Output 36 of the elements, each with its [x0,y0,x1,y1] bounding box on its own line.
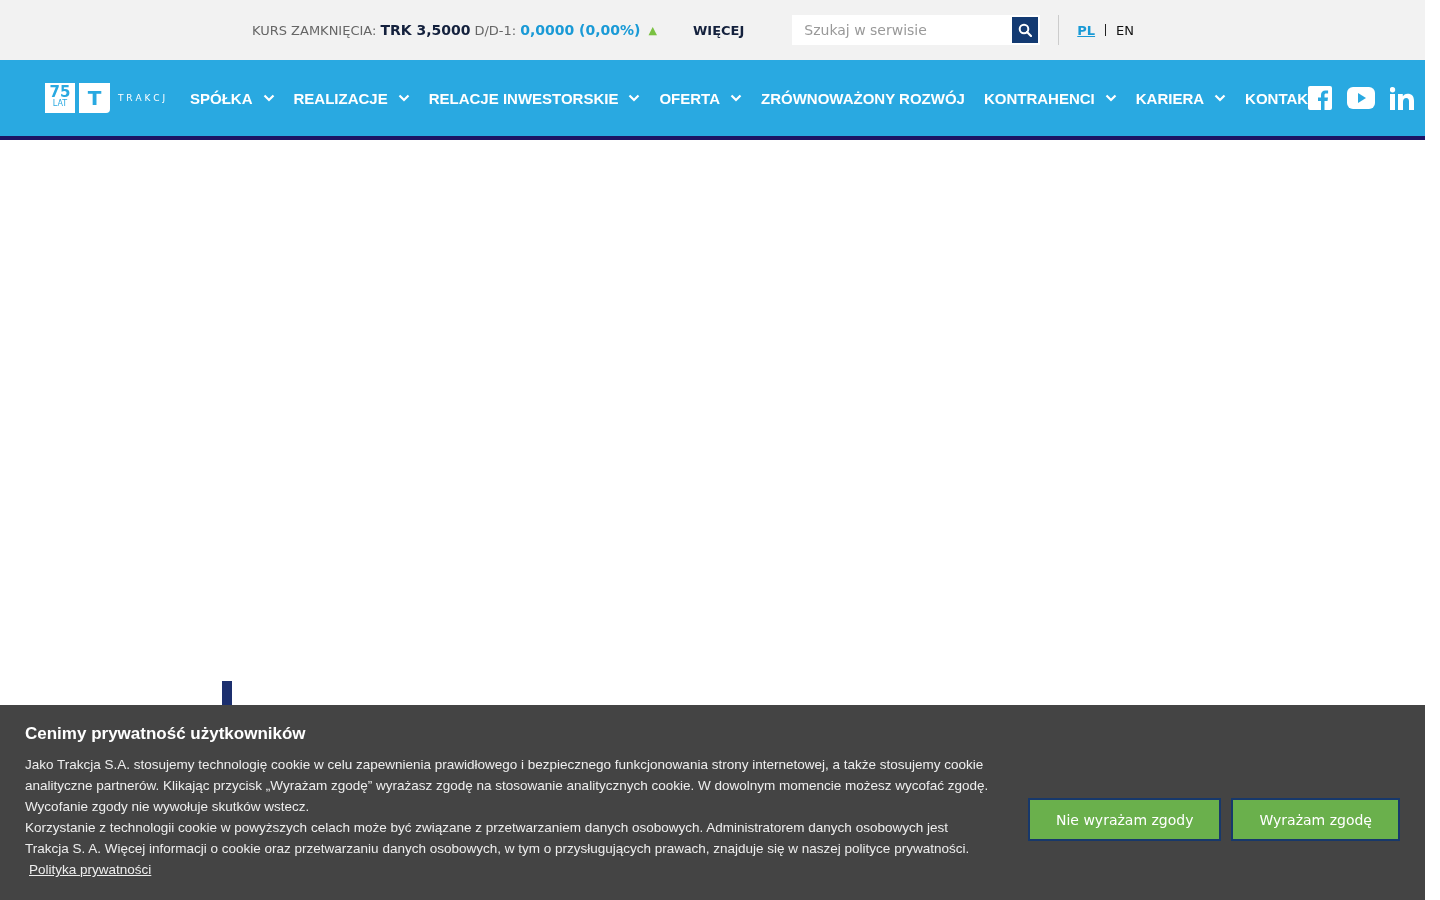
logo-wordmark: T R A K C J [118,93,166,103]
quote-value: TRK 3,5000 [380,22,471,38]
consent-button[interactable]: Nie wyrażam zgody [1027,798,1222,841]
chevron-down-icon[interactable] [397,94,410,102]
nav-item[interactable]: KONTAK [1245,89,1309,107]
linkedin-icon[interactable] [1390,86,1415,110]
nav-item[interactable]: ZRÓWNOWAŻONY ROZWÓJ [761,89,965,107]
cookie-title: Cenimy prywatność użytkowników [25,723,307,744]
logo-mark: T [79,83,110,113]
trend-indicator: ▲ [648,23,657,37]
nav-item[interactable]: SPÓŁKA [190,89,275,107]
change-value: 0,0000 (0,00%) [520,22,641,38]
chevron-down-icon[interactable] [1214,94,1227,102]
nav-item[interactable]: KONTRAHENCI [983,89,1117,107]
cookie-paragraph: Korzystanie z technologii cookie w powyższych celach może być związane z przetwarzaniem danych osobowych. Administratorem danych osobowych jest Trakcja S. A. Więcej informacji o cookie oraz przetwarzaniu danych osobowych, w tym o przysługujących prawach, znajduje się w naszej polityce prywatności. [25,820,970,856]
privacy-policy-link[interactable]: Polityka prywatności [29,862,152,877]
cookie-paragraph: Jako Trakcja S.A. stosujemy technologię cookie w celu zapewnienia prawidłowego i bezpiecznego funkcjonowania strony internetowej, a także stosujemy cookie analityczne partnerów. Klikając przycisk „Wyrażam zgodę” wyrażasz zgodę na stosowanie analitycznych cookie. W dowolnym momencie możesz wycofać zgodę. Wycofanie zgody nie wywołuje skutków wstecz. [25,756,990,816]
language-link[interactable]: EN [1116,22,1135,38]
chevron-down-icon[interactable] [628,94,641,102]
nav-item[interactable]: OFERTA [659,89,742,107]
youtube-icon[interactable] [1347,87,1376,109]
search-button[interactable] [1012,17,1039,43]
nav-item[interactable]: RELACJE INWESTORSKIE [428,89,641,107]
chevron-down-icon[interactable] [730,94,742,102]
language-link[interactable]: PL [1077,22,1096,38]
change-label: D/D-1: [474,22,517,38]
anniversary-badge: 75 LAT [45,83,75,113]
more-link[interactable]: WIĘCEJ [692,22,745,38]
nav-item[interactable]: REALIZACJE [293,89,410,107]
consent-button[interactable]: Wyrażam zgodę [1231,798,1400,841]
facebook-icon[interactable] [1308,86,1333,110]
chevron-down-icon[interactable] [1104,94,1117,102]
nav-item[interactable]: KARIERA [1135,89,1227,107]
chevron-down-icon[interactable] [262,94,275,102]
search-icon[interactable] [1018,23,1033,37]
quote-label: KURS ZAMKNIĘCIA: [252,22,377,38]
